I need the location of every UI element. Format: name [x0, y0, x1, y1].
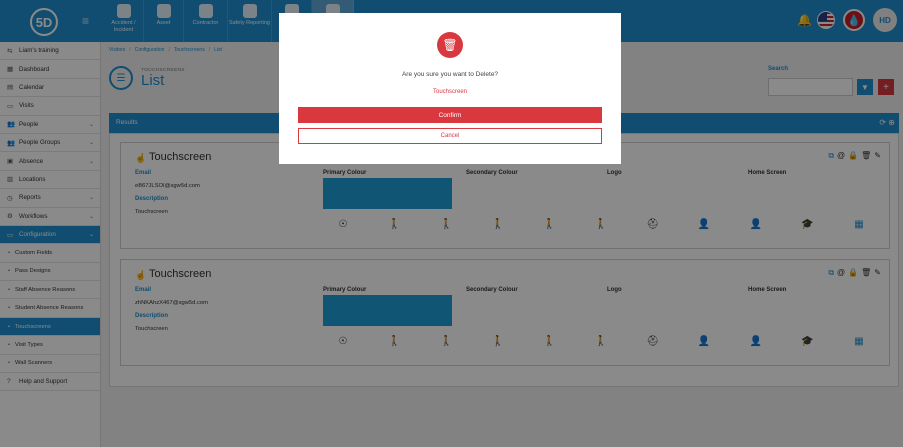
modal-question: Are you sure you want to Delete?: [401, 71, 499, 78]
delete-confirm-modal: 🗑 Are you sure you want to Delete? Touch…: [279, 13, 621, 164]
trash-icon: 🗑: [437, 32, 463, 58]
confirm-button[interactable]: Confirm: [298, 107, 602, 123]
cancel-button[interactable]: Cancel: [298, 128, 602, 144]
modal-target: Touchscreen: [432, 89, 468, 95]
